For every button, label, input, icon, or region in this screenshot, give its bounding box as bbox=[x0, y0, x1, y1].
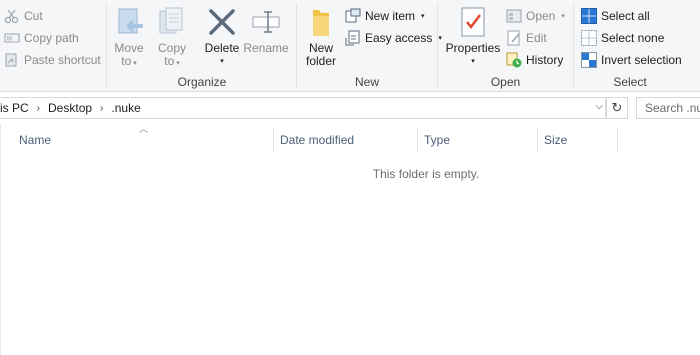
move-to-button[interactable]: Move to ▾ bbox=[112, 6, 146, 70]
chevron-down-icon[interactable]: ⌵ bbox=[595, 101, 603, 112]
history-button[interactable]: History bbox=[506, 52, 563, 68]
address-row: is PC › Desktop › .nuke ⌵ ↻ Search .nuke bbox=[0, 93, 700, 124]
properties-icon bbox=[457, 6, 489, 38]
column-separator[interactable] bbox=[417, 127, 418, 152]
scissors-icon bbox=[4, 8, 20, 24]
select-all-label: Select all bbox=[601, 9, 650, 23]
copy-path-button[interactable]: W Copy path bbox=[4, 30, 79, 46]
empty-folder-message: This folder is empty. bbox=[372, 167, 480, 181]
invert-selection-label: Invert selection bbox=[601, 53, 682, 67]
delete-button[interactable]: Delete ▾ bbox=[203, 6, 241, 68]
copy-path-label: Copy path bbox=[24, 31, 79, 45]
new-folder-sub-label: folder bbox=[305, 54, 337, 68]
easy-access-label: Easy access bbox=[365, 31, 433, 45]
select-group-label: Select bbox=[613, 75, 647, 89]
properties-button[interactable]: Properties ▾ bbox=[444, 6, 502, 68]
new-item-icon bbox=[345, 8, 361, 24]
new-item-button[interactable]: New item ▾ bbox=[345, 8, 425, 24]
new-group-label: New bbox=[354, 75, 379, 89]
paste-shortcut-icon bbox=[4, 52, 20, 68]
rename-icon bbox=[250, 6, 282, 38]
column-header-name[interactable]: Name bbox=[19, 127, 269, 152]
pane-border bbox=[0, 124, 1, 355]
refresh-button[interactable]: ↻ bbox=[606, 97, 628, 119]
cut-label: Cut bbox=[24, 9, 43, 23]
address-bar[interactable]: is PC › Desktop › .nuke ⌵ bbox=[0, 97, 606, 119]
copy-to-icon bbox=[156, 6, 188, 38]
select-none-label: Select none bbox=[601, 31, 665, 45]
refresh-icon: ↻ bbox=[611, 100, 623, 115]
breadcrumb-this-pc[interactable]: is PC bbox=[0, 101, 29, 115]
select-all-button[interactable]: Select all bbox=[581, 8, 650, 24]
open-label: Open bbox=[526, 9, 556, 23]
easy-access-icon bbox=[345, 30, 361, 46]
column-header-size-label: Size bbox=[544, 132, 568, 147]
properties-dropdown-arrow: ▾ bbox=[471, 58, 475, 65]
column-header-name-label: Name bbox=[19, 132, 52, 147]
easy-access-dropdown-arrow: ▾ bbox=[438, 35, 442, 42]
edit-button[interactable]: Edit bbox=[506, 30, 547, 46]
rename-label: Rename bbox=[243, 41, 289, 55]
move-to-sub-label: to ▾ bbox=[121, 54, 137, 68]
breadcrumb-separator-icon[interactable]: › bbox=[37, 103, 40, 114]
cut-button[interactable]: Cut bbox=[4, 8, 43, 24]
move-to-icon bbox=[113, 6, 145, 38]
breadcrumb-current-folder[interactable]: .nuke bbox=[111, 101, 140, 115]
column-separator[interactable] bbox=[273, 127, 274, 152]
search-input[interactable]: Search .nuke bbox=[636, 97, 700, 119]
ribbon: Cut W Copy path Paste shortcut Move to ▾ … bbox=[0, 0, 700, 92]
open-button[interactable]: Open ▾ bbox=[506, 8, 565, 24]
new-folder-button[interactable]: New folder bbox=[302, 6, 340, 68]
svg-text:W: W bbox=[7, 36, 13, 43]
select-none-button[interactable]: Select none bbox=[581, 30, 664, 46]
rename-button[interactable]: Rename bbox=[243, 6, 289, 55]
new-item-dropdown-arrow: ▾ bbox=[421, 13, 425, 20]
open-dropdown-arrow: ▾ bbox=[561, 13, 565, 20]
properties-label: Properties bbox=[445, 41, 501, 55]
column-header-type[interactable]: Type bbox=[424, 127, 534, 152]
invert-selection-button[interactable]: Invert selection bbox=[581, 52, 682, 68]
column-separator[interactable] bbox=[617, 127, 618, 152]
column-separator[interactable] bbox=[537, 127, 538, 152]
paste-shortcut-label: Paste shortcut bbox=[24, 53, 101, 67]
column-header-date-label: Date modified bbox=[280, 132, 355, 147]
column-header-size[interactable]: Size bbox=[544, 127, 614, 152]
folder-icon bbox=[305, 6, 337, 38]
history-label: History bbox=[526, 53, 564, 67]
delete-label: Delete bbox=[204, 41, 240, 55]
new-item-label: New item bbox=[365, 9, 416, 23]
select-none-icon bbox=[581, 30, 597, 46]
easy-access-button[interactable]: Easy access ▾ bbox=[345, 30, 442, 46]
paste-shortcut-button[interactable]: Paste shortcut bbox=[4, 52, 101, 68]
search-placeholder: Search .nuke bbox=[645, 101, 700, 115]
column-header-type-label: Type bbox=[424, 132, 451, 147]
breadcrumb-separator-icon[interactable]: › bbox=[100, 103, 103, 114]
copy-to-sub-label: to ▾ bbox=[164, 54, 180, 68]
copy-to-button[interactable]: Copy to ▾ bbox=[155, 6, 189, 70]
delete-dropdown-arrow: ▾ bbox=[220, 58, 224, 65]
edit-icon bbox=[506, 30, 522, 46]
column-header-date-modified[interactable]: Date modified bbox=[280, 127, 415, 152]
select-all-icon bbox=[581, 8, 597, 24]
open-group-label: Open bbox=[490, 75, 521, 89]
edit-label: Edit bbox=[526, 31, 547, 45]
open-icon bbox=[506, 8, 522, 24]
invert-selection-icon bbox=[581, 52, 597, 68]
copy-path-icon: W bbox=[4, 30, 20, 46]
breadcrumb-desktop[interactable]: Desktop bbox=[48, 101, 92, 115]
history-icon bbox=[506, 52, 522, 68]
organize-group-label: Organize bbox=[177, 75, 227, 89]
delete-x-icon bbox=[206, 6, 238, 38]
